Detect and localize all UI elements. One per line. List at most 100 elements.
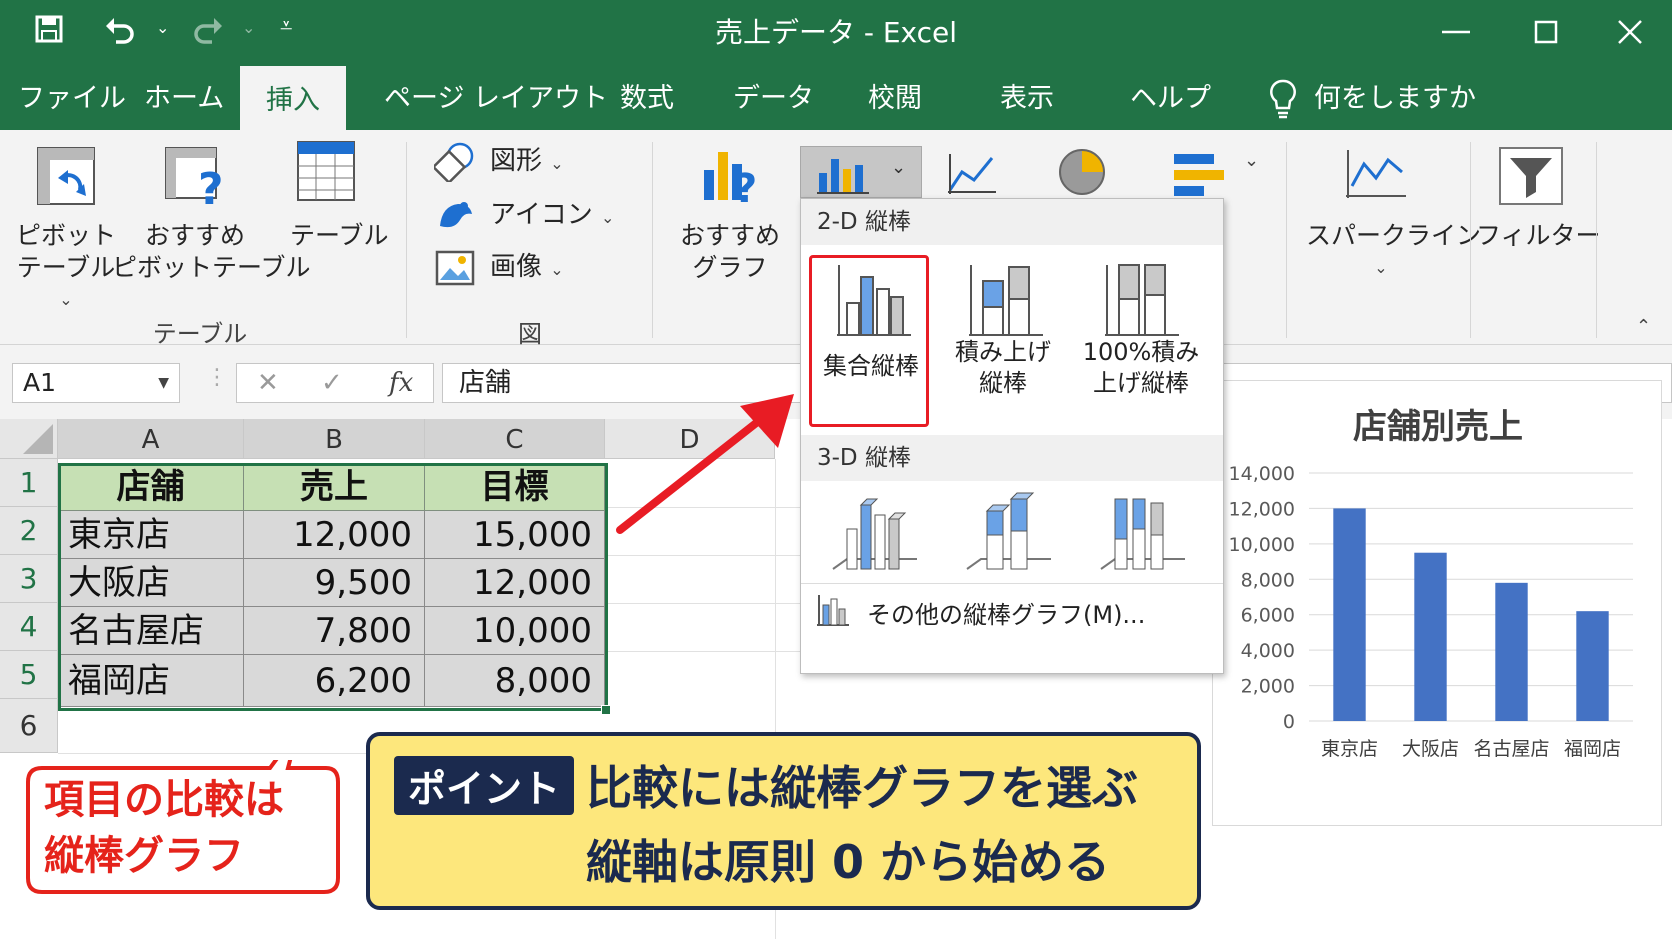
arrow-icon <box>616 394 794 534</box>
pivot-table-icon[interactable] <box>36 146 96 210</box>
recommended-charts-label-2: グラフ <box>692 253 768 282</box>
row-header-4[interactable]: 4 <box>0 603 58 651</box>
icons-label: アイコン <box>490 200 593 230</box>
stacked-column-icon[interactable] <box>947 259 1057 339</box>
row-header-5[interactable]: 5 <box>0 651 58 699</box>
sparkline-button[interactable]: スパークライン ⌄ <box>1306 220 1482 284</box>
recommended-pivot-button[interactable]: おすすめ ピボットテーブル <box>112 220 311 284</box>
column-chart-menu: 2-D 縦棒 集合縦棒 積み上げ 縦棒 100%積み 上げ縦棒 3-D 縦棒 そ… <box>800 198 1224 674</box>
recommended-pivot-icon[interactable]: ? <box>164 146 230 215</box>
more-column-charts-option[interactable]: その他の縦棒グラフ(M)... <box>867 595 1145 630</box>
maximize-icon[interactable] <box>1526 12 1566 52</box>
row-header-3[interactable]: 3 <box>0 555 58 603</box>
svg-text:?: ? <box>198 164 224 208</box>
icons-button[interactable]: アイコン ⌄ <box>490 194 614 231</box>
callout-line-2: 縦棒グラフ <box>44 833 244 879</box>
recommended-charts-icon[interactable]: ? <box>700 142 762 212</box>
y-tick-label: 14,000 <box>1229 463 1295 485</box>
enter-icon[interactable]: ✓ <box>321 364 343 402</box>
lightbulb-icon[interactable] <box>1268 78 1298 120</box>
tab-review[interactable]: 校閲 <box>868 64 922 130</box>
title-bar: ⌄ ⌄ ⩡ 売上データ - Excel <box>0 0 1672 64</box>
fx-icon[interactable]: fx <box>389 364 413 402</box>
y-tick-label: 2,000 <box>1241 676 1295 698</box>
row-header-1[interactable]: 1 <box>0 459 58 507</box>
stacked-column-option[interactable]: 積み上げ 縦棒 <box>941 337 1065 399</box>
table-icon[interactable] <box>296 140 356 208</box>
shapes-icon[interactable] <box>431 142 476 186</box>
pivot-table-button[interactable]: ピボット テーブル ⌄ <box>16 220 116 316</box>
gridline <box>605 651 800 652</box>
chevron-down-icon: ⌄ <box>1374 258 1388 277</box>
cancel-icon[interactable]: ✕ <box>257 364 279 402</box>
tab-help[interactable]: ヘルプ <box>1130 64 1211 130</box>
tab-file[interactable]: ファイル <box>18 64 126 130</box>
stacked100-label-2: 上げ縦棒 <box>1093 369 1189 397</box>
column-header-c[interactable]: C <box>425 419 605 459</box>
chevron-down-icon: ⌄ <box>600 208 615 227</box>
drag-handle-icon[interactable]: ⋮ <box>206 365 228 390</box>
tab-page-layout[interactable]: ページ レイアウト <box>384 64 608 130</box>
chart-bar <box>1495 582 1528 721</box>
chevron-down-icon: ⌄ <box>59 290 73 309</box>
shapes-label: 図形 <box>490 146 543 176</box>
table-button[interactable]: テーブル <box>290 220 389 252</box>
column-header-b[interactable]: B <box>244 419 425 459</box>
icons-icon[interactable] <box>434 196 476 240</box>
chevron-down-icon: ⌄ <box>550 260 564 279</box>
row-header-6[interactable]: 6 <box>0 699 58 753</box>
formula-buttons: ✕ ✓ fx <box>236 363 434 403</box>
shapes-button[interactable]: 図形 ⌄ <box>490 140 564 177</box>
3d-clustered-column-icon[interactable] <box>817 489 927 579</box>
image-icon[interactable] <box>434 248 476 292</box>
point-line-1: 比較には縦棒グラフを選ぶ <box>586 761 1138 815</box>
chart-plot: 0 2,000 4,000 6,000 8,000 10,000 12,000 14,000 東… <box>1229 463 1633 760</box>
stacked-100-column-option[interactable]: 100%積み 上げ縦棒 <box>1069 337 1213 399</box>
filter-button[interactable]: フィルター <box>1476 220 1601 252</box>
tell-me-search[interactable]: 何をしますか <box>1314 64 1476 130</box>
row-header-2[interactable]: 2 <box>0 507 58 555</box>
y-tick-label: 10,000 <box>1229 534 1295 556</box>
column-chart-icon <box>817 159 869 194</box>
image-button[interactable]: 画像 ⌄ <box>490 246 564 283</box>
clustered-column-icon[interactable] <box>815 259 925 339</box>
recommended-charts-button[interactable]: おすすめ グラフ <box>676 220 784 284</box>
callout-line-1: 項目の比較は <box>44 777 284 823</box>
chart-area[interactable]: 店舗別売上 0 2,000 4,000 6,000 8,000 10,000 12,000 1… <box>1212 380 1662 826</box>
y-tick-label: 4,000 <box>1241 640 1295 662</box>
image-label: 画像 <box>490 252 543 282</box>
column-chart-button[interactable]: ⌄ <box>800 146 922 198</box>
line-chart-icon[interactable] <box>946 150 1000 200</box>
filter-icon[interactable] <box>1498 146 1564 210</box>
close-icon[interactable] <box>1610 12 1650 52</box>
3d-stacked-column-icon[interactable] <box>951 489 1061 579</box>
tab-view[interactable]: 表示 <box>1000 64 1054 130</box>
tab-home[interactable]: ホーム <box>144 64 224 130</box>
chevron-down-icon[interactable]: ⌄ <box>1244 150 1259 171</box>
collapse-ribbon-icon[interactable]: ⌃ <box>1636 316 1651 337</box>
callout-text: 項目の比較は 縦棒グラフ <box>44 772 284 884</box>
name-box[interactable]: A1 ▼ <box>12 363 180 403</box>
chevron-down-icon[interactable]: ▼ <box>158 364 169 402</box>
fill-handle[interactable] <box>601 705 611 715</box>
window-title: 売上データ - Excel <box>714 16 958 49</box>
tab-data[interactable]: データ <box>733 64 814 130</box>
sparkline-icon[interactable] <box>1344 146 1410 206</box>
x-tick-label: 大阪店 <box>1402 738 1459 760</box>
stacked100-label-1: 100%積み <box>1082 338 1200 366</box>
stacked-100-column-icon[interactable] <box>1083 259 1193 339</box>
select-all-corner[interactable] <box>0 419 58 459</box>
pie-chart-icon[interactable] <box>1056 146 1108 202</box>
point-note: ポイント 比較には縦棒グラフを選ぶ 縦軸は原則 0 から始める <box>366 732 1201 910</box>
tab-formulas[interactable]: 数式 <box>620 64 674 130</box>
bar-chart-icon[interactable] <box>1170 150 1226 204</box>
column-header-a[interactable]: A <box>58 419 244 459</box>
y-tick-label: 8,000 <box>1241 569 1295 591</box>
minimize-icon[interactable] <box>1436 12 1476 52</box>
group-label-illustrations: 図 <box>518 320 542 348</box>
3d-stacked-100-column-icon[interactable] <box>1085 489 1195 579</box>
clustered-column-option[interactable]: 集合縦棒 <box>811 351 931 382</box>
sparkline-label: スパークライン <box>1306 221 1482 250</box>
chart-bar <box>1414 552 1447 721</box>
tab-insert[interactable]: 挿入 <box>240 66 346 132</box>
